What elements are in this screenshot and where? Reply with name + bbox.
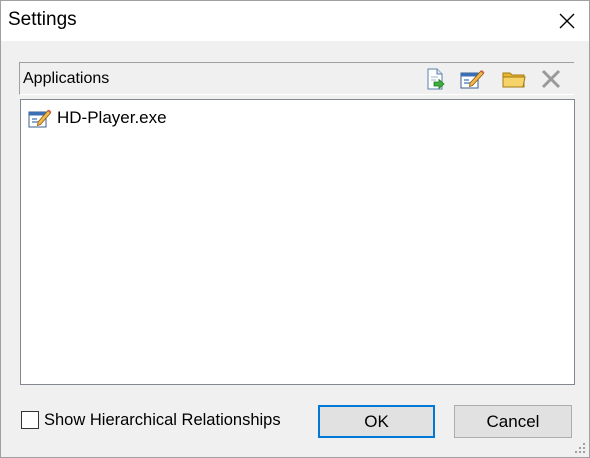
title-bar: Settings xyxy=(1,1,589,41)
applications-header-label: Applications xyxy=(23,70,110,87)
ok-button[interactable]: OK xyxy=(318,405,435,438)
delete-button[interactable] xyxy=(538,66,564,92)
add-application-icon xyxy=(427,68,445,90)
delete-icon xyxy=(541,69,561,89)
window-title: Settings xyxy=(8,9,77,30)
cancel-button[interactable]: Cancel xyxy=(454,405,572,438)
add-application-button[interactable] xyxy=(422,66,448,92)
resize-grip-icon[interactable] xyxy=(573,441,587,455)
applications-header: Applications xyxy=(19,62,574,95)
list-item[interactable]: HD-Player.exe xyxy=(28,107,167,129)
show-hierarchical-label[interactable]: Show Hierarchical Relationships xyxy=(44,411,281,430)
close-button[interactable] xyxy=(553,7,581,35)
open-folder-button[interactable] xyxy=(501,66,527,92)
open-folder-icon xyxy=(502,72,526,88)
settings-dialog: Settings Applications HD-Player.exe Show… xyxy=(0,0,590,458)
edit-application-button[interactable] xyxy=(459,66,485,92)
list-item-label: HD-Player.exe xyxy=(57,108,167,127)
show-hierarchical-checkbox[interactable] xyxy=(21,411,39,429)
applications-list[interactable]: HD-Player.exe xyxy=(20,99,575,385)
show-hierarchical-option[interactable]: Show Hierarchical Relationships xyxy=(21,409,281,431)
application-icon xyxy=(28,109,52,128)
close-icon xyxy=(559,13,575,29)
edit-application-icon xyxy=(460,70,485,89)
